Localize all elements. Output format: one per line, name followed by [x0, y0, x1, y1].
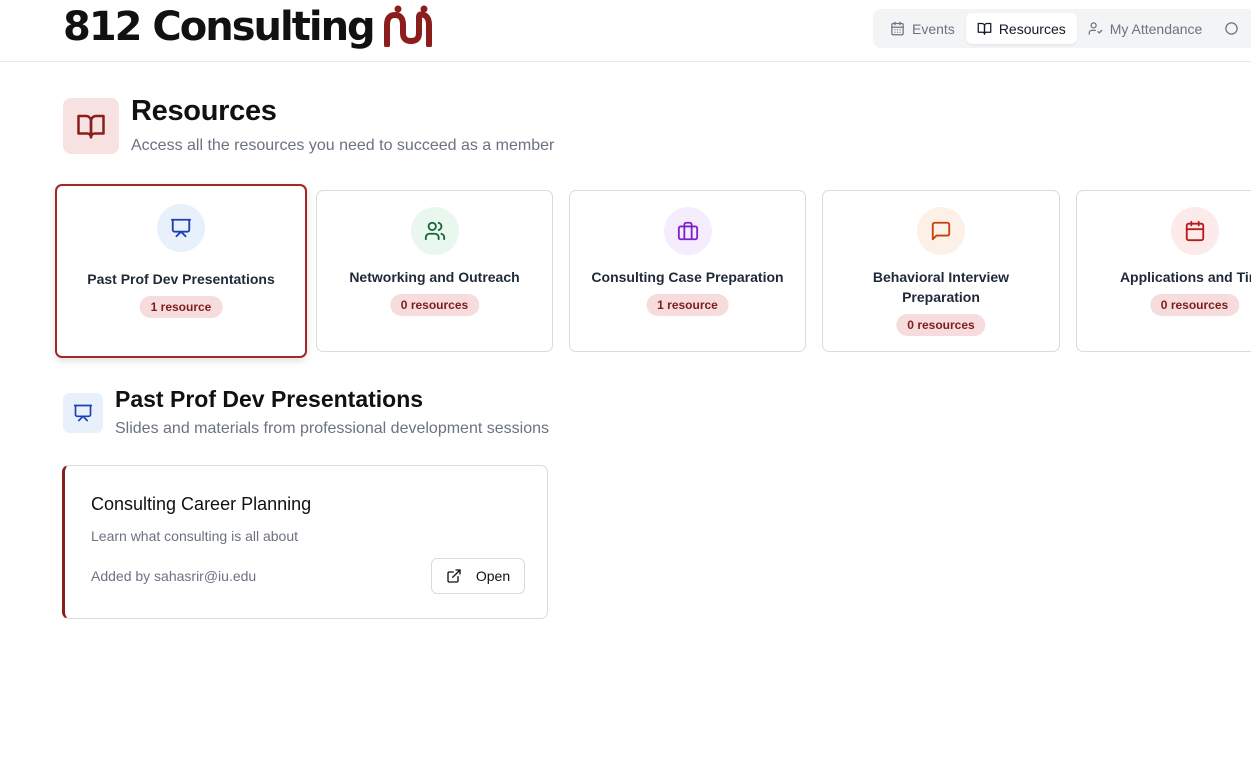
users-icon	[424, 221, 445, 241]
nav-item-events[interactable]: Events	[879, 13, 966, 44]
resource-added-by: Added by sahasrir@iu.edu	[91, 568, 257, 584]
category-title: Networking and Outreach	[349, 269, 520, 285]
category-count-badge: 1 resource	[646, 294, 729, 316]
open-resource-button[interactable]: Open	[431, 558, 525, 594]
section-title: Past Prof Dev Presentations	[115, 386, 424, 412]
category-count-badge: 0 resources	[1149, 294, 1240, 316]
nav-item-label: Resources	[998, 20, 1066, 37]
presentation-icon	[73, 404, 93, 422]
category-count-badge: 0 resources	[389, 294, 480, 316]
category-card-case-prep[interactable]: Consulting Case Preparation 1 resource	[569, 190, 806, 352]
category-title: Consulting Case Preparation	[591, 269, 784, 285]
calendar-icon	[1185, 220, 1204, 242]
main-nav: Events Resources My Attendance	[873, 9, 1251, 48]
category-title: Past Prof Dev Presentations	[87, 271, 275, 287]
category-card-past-prof-dev[interactable]: Past Prof Dev Presentations 1 resource	[55, 184, 307, 358]
presentation-icon	[170, 218, 192, 238]
category-count-badge: 0 resources	[896, 314, 986, 336]
category-title: Behavioral Interview Preparation	[872, 269, 1010, 305]
external-link-icon	[447, 569, 461, 583]
section-icon	[63, 393, 103, 433]
nav-item-my-attendance[interactable]: My Attendance	[1077, 13, 1214, 44]
nav-item-label: My Attendance	[1109, 20, 1203, 37]
message-square-icon	[931, 221, 951, 241]
category-count-badge: 1 resource	[139, 296, 223, 318]
category-card-networking[interactable]: Networking and Outreach 0 resources	[316, 190, 553, 352]
briefcase-icon	[677, 221, 698, 241]
nav-item-resources[interactable]: Resources	[965, 13, 1077, 44]
app-header: 812 Consulting Events Resources My Atten…	[0, 0, 1251, 62]
section-subtitle: Slides and materials from professional d…	[115, 420, 549, 437]
open-button-label: Open	[475, 568, 511, 584]
calendar-icon	[891, 21, 904, 36]
page-subtitle: Access all the resources you need to suc…	[131, 137, 555, 154]
nav-item-more[interactable]	[1213, 13, 1250, 44]
brand-logo[interactable]: 812 Consulting	[63, 2, 432, 52]
category-title: Applications and Time	[1119, 269, 1251, 285]
category-icon	[1170, 207, 1219, 255]
category-icon	[917, 207, 965, 255]
category-card-behavioral[interactable]: Behavioral Interview Preparation 0 resou…	[822, 190, 1060, 352]
resource-card: Consulting Career Planning Learn what co…	[62, 465, 548, 619]
brand-name: 812 Consulting	[63, 4, 376, 50]
circle-icon	[1225, 22, 1239, 35]
resource-description: Learn what consulting is all about	[91, 528, 299, 544]
book-open-icon	[977, 22, 992, 35]
brand-mark-icon	[382, 3, 432, 52]
page-icon	[63, 98, 119, 154]
resource-title: Consulting Career Planning	[91, 494, 312, 514]
category-card-applications[interactable]: Applications and Time 0 resources	[1076, 190, 1251, 352]
user-check-icon	[1088, 22, 1103, 35]
category-icon	[157, 204, 205, 252]
category-icon	[410, 207, 459, 255]
book-open-icon	[77, 114, 105, 139]
page-title: Resources	[131, 95, 277, 127]
category-icon	[663, 207, 712, 255]
nav-item-label: Events	[912, 20, 955, 37]
